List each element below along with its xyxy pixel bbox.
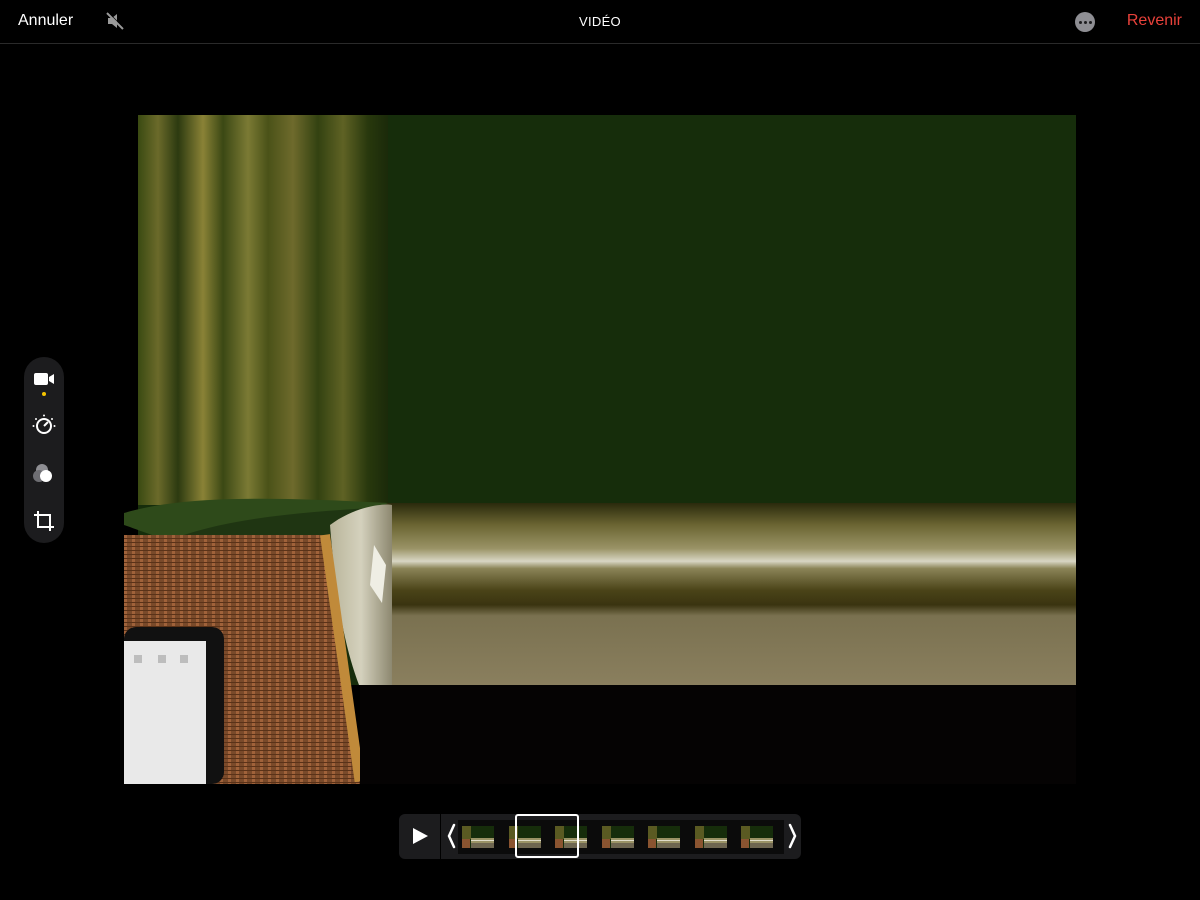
adjust-dial-icon[interactable] (32, 413, 56, 437)
timeline-thumbnail (695, 826, 727, 848)
timeline-thumbnail (462, 826, 494, 848)
video-camera-icon[interactable] (32, 367, 56, 391)
page-title: VIDÉO (579, 14, 621, 29)
trim-start-bracket-icon[interactable] (445, 823, 457, 849)
selected-tool-indicator (42, 392, 46, 396)
play-icon[interactable] (399, 814, 441, 859)
filters-circles-icon[interactable] (32, 461, 56, 485)
revert-button[interactable]: Revenir (1127, 12, 1182, 30)
crop-rotate-icon[interactable] (32, 509, 56, 533)
trim-end-bracket-icon[interactable] (787, 823, 799, 849)
timeline-thumbnail (602, 826, 634, 848)
video-preview (124, 115, 1076, 784)
timeline-thumbnail-strip[interactable] (458, 820, 784, 854)
edit-tool-rail (24, 357, 64, 543)
timeline-thumbnail (741, 826, 773, 848)
timeline-playhead[interactable] (515, 814, 579, 858)
timeline-thumbnail (648, 826, 680, 848)
ellipsis-circle-icon[interactable] (1075, 12, 1095, 32)
top-bar: Annuler VIDÉO Revenir (0, 0, 1200, 44)
